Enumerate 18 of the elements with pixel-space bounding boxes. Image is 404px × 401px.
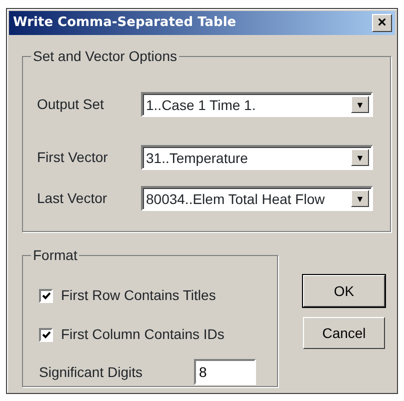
dialog-button[interactable]: OK bbox=[303, 275, 385, 307]
significant-digits-field[interactable]: 8 bbox=[194, 359, 256, 385]
checkbox-label[interactable]: First Row Contains Titles bbox=[61, 285, 216, 306]
window-title: Write Comma-Separated Table bbox=[13, 14, 236, 32]
dropdown[interactable]: 1..Case 1 Time 1. ▼ bbox=[141, 92, 373, 117]
field-label: Output Set bbox=[37, 95, 105, 114]
close-button[interactable]: × bbox=[372, 14, 392, 32]
dialog-button[interactable]: Cancel bbox=[303, 317, 385, 349]
dropdown[interactable]: 31..Temperature ▼ bbox=[141, 145, 373, 170]
checkbox[interactable] bbox=[39, 288, 53, 302]
field-label: Significant Digits bbox=[39, 362, 144, 382]
group-legend: Set and Vector Options bbox=[31, 48, 179, 64]
field-label: First Vector bbox=[37, 148, 109, 167]
checkbox[interactable] bbox=[39, 328, 53, 342]
group-legend: Format bbox=[31, 247, 80, 263]
field-label: Last Vector bbox=[37, 189, 108, 208]
dropdown[interactable]: 80034..Elem Total Heat Flow ▼ bbox=[141, 186, 373, 211]
checkbox-label[interactable]: First Column Contains IDs bbox=[61, 324, 224, 345]
